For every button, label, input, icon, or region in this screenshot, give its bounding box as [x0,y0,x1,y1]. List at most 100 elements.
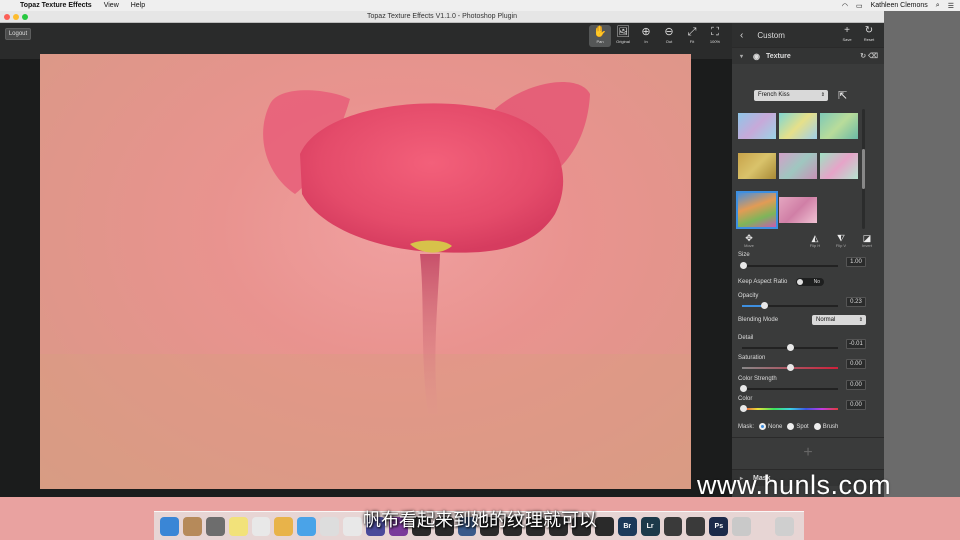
texture-thumb[interactable] [738,153,776,179]
wifi-icon[interactable]: ◠ [842,2,848,10]
opacity-slider[interactable] [742,302,838,309]
mask-none-label[interactable]: None [768,424,782,430]
transform-tools: ✥ Move ◭ Flip H ⧨ Flip V ◪ Invert [736,233,880,248]
save-button[interactable]: + Save [836,25,858,42]
size-slider-knob[interactable] [740,262,747,269]
color-strength-value[interactable]: 0.00 [846,380,866,390]
blending-mode-select[interactable]: Normal ⇕ [812,315,866,325]
detail-slider[interactable] [742,344,838,351]
color-strength-slider-knob[interactable] [740,385,747,392]
zoom-100-label: 100% [709,39,721,44]
mask-brush-radio[interactable] [813,423,821,430]
invert-button[interactable]: ◪ Invert [854,233,880,248]
plus-icon: + [803,444,813,461]
texture-thumb[interactable] [820,153,858,179]
color-slider[interactable] [740,405,838,412]
detail-value[interactable]: -0.01 [846,339,866,349]
video-subtitle: 帆布看起来到她的纹理就可以 [363,510,597,531]
add-adjustment-button[interactable]: + [732,437,884,467]
flip-v-label: Flip V [835,243,847,248]
flip-v-button[interactable]: ⧨ Flip V [828,233,854,248]
texture-section-title: Texture [766,52,791,60]
menu-help[interactable]: Help [131,2,145,9]
reset-section-icon[interactable]: ↻ [860,53,866,60]
title-bar: Topaz Texture Effects V1.1.0 - Photoshop… [0,11,884,23]
color-value[interactable]: 0.00 [846,400,866,410]
zoom-in-label: In [644,39,648,44]
blending-label: Blending Mode [738,317,779,323]
color-label: Color [738,396,753,402]
zoom-in-tool[interactable]: ⊕ In [635,25,657,47]
menu-view[interactable]: View [104,2,119,9]
poppy-image [40,82,691,489]
mask-spot-label[interactable]: Spot [796,424,808,430]
fit-icon: ⤢ [687,26,697,38]
zoom-out-icon: ⊖ [664,26,674,38]
logout-button[interactable]: Logout [5,28,31,40]
size-label: Size [738,252,750,258]
close-button[interactable] [4,14,10,20]
flip-h-button[interactable]: ◭ Flip H [802,233,828,248]
window-controls [4,14,31,20]
fit-tool[interactable]: ⤢ Fit [681,25,703,47]
zoom-out-tool[interactable]: ⊖ Out [658,25,680,47]
saturation-slider-knob[interactable] [787,364,794,371]
zoom-button[interactable] [22,14,28,20]
size-slider[interactable] [740,262,838,269]
move-button[interactable]: ✥ Move [736,233,762,248]
texture-thumb[interactable] [820,113,858,139]
back-icon[interactable]: ‹ [740,30,743,41]
hand-icon: ✋ [593,26,607,38]
saturation-slider[interactable] [742,364,838,371]
color-slider-knob[interactable] [740,405,747,412]
trash-icon[interactable]: ⌫ [868,53,878,60]
zoom-100-tool[interactable]: ⛶ 100% [704,25,726,47]
texture-preset-select[interactable]: French Kiss ⇕ [754,90,828,101]
color-strength-slider[interactable] [740,385,838,392]
plus-icon: + [844,25,850,36]
texture-thumb[interactable] [779,113,817,139]
thumbnail-scrollbar[interactable] [862,109,865,229]
scrollbar-thumb[interactable] [862,149,865,189]
updown-icon: ⇕ [858,317,863,323]
detail-label: Detail [738,335,754,341]
keep-aspect-label: Keep Aspect Ratio [738,279,788,285]
mask-label: Mask: [738,423,755,430]
reset-button[interactable]: ↻ Reset [858,25,880,42]
import-icon[interactable]: ⇱ [838,89,847,102]
saturation-value[interactable]: 0.00 [846,359,866,369]
minimize-button[interactable] [13,14,19,20]
pan-tool[interactable]: ✋ Pan [589,25,611,47]
menu-app-name[interactable]: Topaz Texture Effects [20,2,92,9]
eye-icon[interactable]: ◉ [753,52,760,61]
opacity-slider-knob[interactable] [761,302,768,309]
texture-thumb[interactable] [779,197,817,223]
mask-none-radio[interactable] [759,423,767,430]
battery-icon[interactable]: ▭ [856,2,863,10]
color-strength-label: Color Strength [738,376,777,382]
toggle-knob [797,279,803,285]
list-icon[interactable]: ☰ [948,2,954,10]
texture-section-header[interactable]: ▾ ◉ Texture ↻ ⌫ [732,47,884,64]
texture-thumb[interactable] [738,113,776,139]
flip-horizontal-icon: ◭ [811,233,819,243]
detail-slider-knob[interactable] [787,344,794,351]
search-icon[interactable]: ⌕ [936,2,940,10]
original-tool[interactable]: 🖼 Original [612,25,634,47]
texture-thumb[interactable] [779,153,817,179]
mask-brush-label[interactable]: Brush [823,424,839,430]
keep-aspect-toggle[interactable]: No [796,278,824,286]
menu-user[interactable]: Kathleen Clemons [871,2,928,9]
poppy-photo[interactable] [40,54,691,489]
opacity-value[interactable]: 0.23 [846,297,866,307]
fit-label: Fit [689,39,695,44]
chevron-down-icon[interactable]: ▾ [740,53,743,60]
size-value[interactable]: 1.00 [846,257,866,267]
panel-title: Custom [757,30,785,40]
preset-row: French Kiss ⇕ ⇱ [754,89,847,102]
section-actions: ↻ ⌫ [860,52,878,60]
texture-thumb-selected[interactable] [736,191,778,229]
preview-canvas[interactable] [0,54,732,497]
mask-spot-radio[interactable] [787,423,795,430]
watermark: www.hunls.com [697,470,892,500]
